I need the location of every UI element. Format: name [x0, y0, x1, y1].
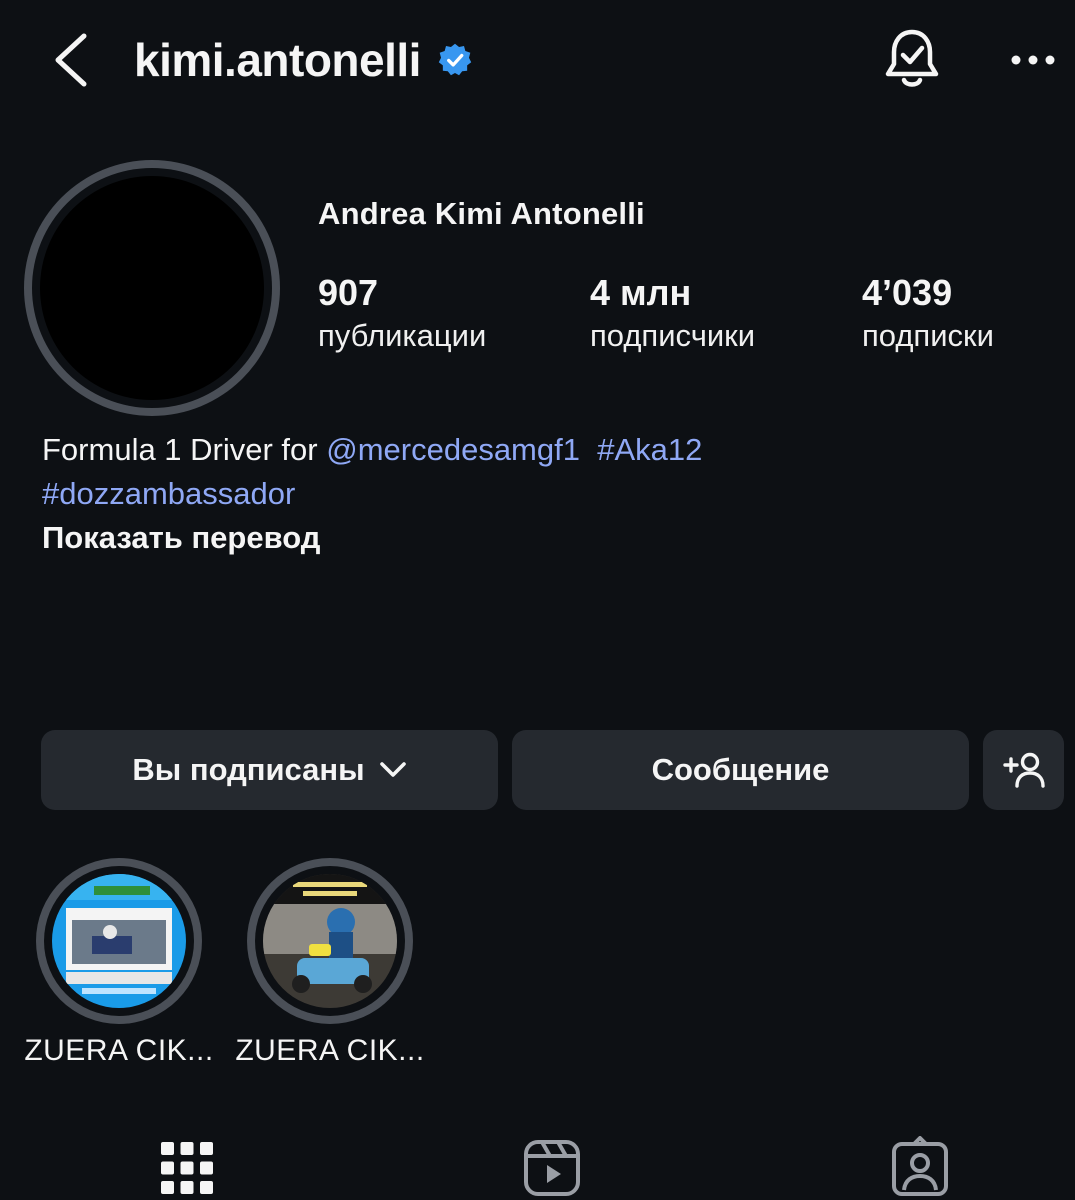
bio: Formula 1 Driver for @mercedesamgf1 #Aka…	[42, 428, 1022, 516]
grid-icon	[161, 1142, 213, 1194]
message-button-label: Сообщение	[651, 752, 830, 787]
tab-tagged[interactable]	[888, 1136, 952, 1200]
message-button[interactable]: Сообщение	[512, 730, 969, 810]
header-title: kimi.antonelli	[134, 28, 473, 92]
avatar-image	[40, 176, 264, 400]
followers-value: 4 млн	[590, 272, 692, 313]
highlight-cover-image	[52, 874, 186, 1008]
chevron-left-icon	[55, 33, 87, 87]
tagged-person-icon	[892, 1136, 948, 1196]
story-highlight[interactable]: ZUERA CIK...	[235, 858, 425, 1068]
bio-mention-link[interactable]: @mercedesamgf1	[326, 432, 580, 467]
notifications-button[interactable]	[880, 26, 944, 92]
show-translation-link[interactable]: Показать перевод	[42, 516, 320, 560]
notification-bell-check-icon	[885, 29, 939, 87]
following-value: 4’039	[862, 272, 953, 313]
bio-hashtag-link[interactable]: #Aka12	[597, 432, 702, 467]
profile-page: kimi.antonelli Andrea Kimi Antonelli 907…	[0, 0, 1075, 1200]
following-button[interactable]: Вы подписаны	[41, 730, 498, 810]
verified-badge-icon	[438, 43, 472, 76]
posts-count[interactable]: 907 публикации	[318, 270, 486, 356]
highlight-label: ZUERA CIK...	[235, 1034, 425, 1067]
highlight-cover-image	[263, 874, 397, 1008]
suggest-people-button[interactable]	[983, 730, 1064, 810]
bio-text: Formula 1 Driver for	[42, 432, 327, 467]
following-button-label: Вы подписаны	[132, 752, 365, 787]
tab-reels[interactable]	[520, 1136, 584, 1200]
more-horizontal-icon	[1011, 55, 1055, 65]
followers-count[interactable]: 4 млн подписчики	[590, 270, 755, 356]
highlight-label: ZUERA CIK...	[24, 1034, 214, 1067]
reels-icon	[524, 1140, 580, 1196]
username: kimi.antonelli	[134, 34, 421, 86]
back-button[interactable]	[48, 30, 96, 90]
tab-posts-grid[interactable]	[155, 1136, 219, 1200]
profile-avatar[interactable]	[24, 160, 280, 416]
posts-label: публикации	[318, 318, 487, 353]
story-highlight[interactable]: ZUERA CIK...	[24, 858, 214, 1068]
more-options-button[interactable]	[1008, 42, 1058, 78]
bio-hashtag-link[interactable]: #dozzambassador	[42, 476, 295, 511]
following-label: подписки	[862, 318, 994, 353]
posts-value: 907	[318, 272, 379, 313]
chevron-down-icon	[379, 762, 406, 777]
add-person-icon	[1002, 752, 1045, 788]
followers-label: подписчики	[590, 318, 756, 353]
full-name: Andrea Kimi Antonelli	[318, 196, 645, 231]
following-count[interactable]: 4’039 подписки	[862, 270, 994, 356]
